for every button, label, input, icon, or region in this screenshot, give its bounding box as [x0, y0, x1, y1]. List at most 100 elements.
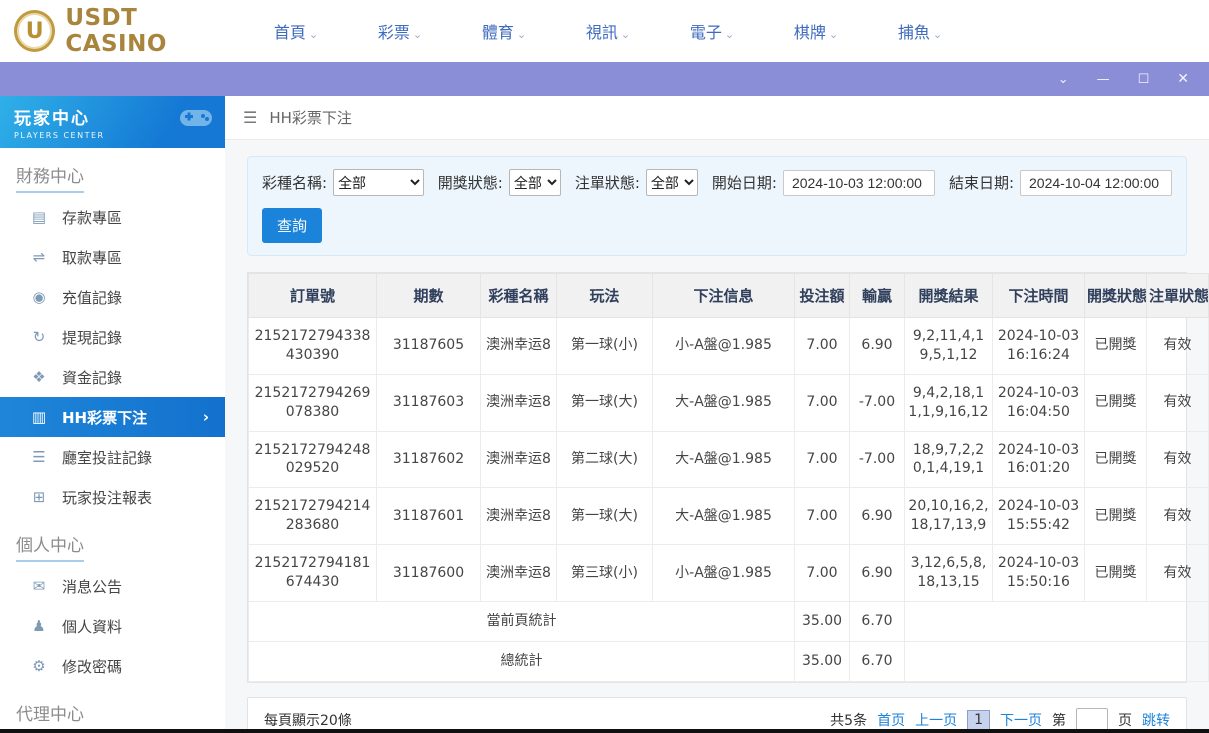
- cell-amount: 7.00: [795, 318, 850, 375]
- cell-order: 2152172794338430390: [249, 318, 377, 375]
- sidebar-item-announcements[interactable]: ✉ 消息公告: [0, 566, 225, 606]
- cell-amount: 7.00: [795, 545, 850, 602]
- chevron-down-icon: ⌄: [309, 28, 318, 41]
- sidebar: 玩家中心 PLAYERS CENTER 財務中心 ▤ 存款專區 ⇌ 取款專區 ◉…: [0, 96, 225, 729]
- withdraw-record-icon: ↻: [30, 328, 48, 346]
- sidebar-item-label: 存款專區: [62, 207, 122, 228]
- cell-result: 9,2,11,4,19,5,1,12: [905, 318, 993, 375]
- sidebar-item-player-bet-report[interactable]: ⊞ 玩家投注報表: [0, 477, 225, 517]
- cell-lottery: 澳洲幸运8: [481, 545, 557, 602]
- cell-winloss: 6.90: [850, 488, 905, 545]
- cell-amount: 7.00: [795, 431, 850, 488]
- draw-status-select[interactable]: 全部: [509, 169, 561, 196]
- first-page-link[interactable]: 首页: [877, 710, 905, 729]
- lottery-name-label: 彩種名稱:: [262, 172, 327, 193]
- col-bet-amount: 投注額: [795, 274, 850, 318]
- window-title-bar: ⌄ — ☐ ✕: [0, 62, 1209, 96]
- col-bet-time: 下注時間: [993, 274, 1085, 318]
- cell-draw-status: 已開獎: [1085, 318, 1147, 375]
- close-icon[interactable]: ✕: [1177, 72, 1189, 86]
- cell-play: 第一球(大): [557, 488, 653, 545]
- summary-empty: [905, 601, 1209, 641]
- summary-label: 總統計: [249, 641, 795, 681]
- cell-info: 大-A盤@1.985: [653, 431, 795, 488]
- main-nav: 首頁⌄ 彩票⌄ 體育⌄ 視訊⌄ 電子⌄ 棋牌⌄ 捕魚⌄: [244, 19, 972, 43]
- cell-lottery: 澳洲幸运8: [481, 488, 557, 545]
- nav-item-lottery[interactable]: 彩票⌄: [348, 19, 452, 43]
- logo-text: USDT CASINO: [65, 5, 244, 57]
- summary-row-current-page: 當前頁統計 35.00 6.70: [249, 601, 1209, 641]
- sidebar-item-label: 消息公告: [62, 576, 122, 597]
- sidebar-item-profile[interactable]: ♟ 個人資料: [0, 606, 225, 646]
- cell-time: 2024-10-03 15:55:42: [993, 488, 1085, 545]
- cell-result: 18,9,7,2,20,1,4,19,1: [905, 431, 993, 488]
- sidebar-item-fund-records[interactable]: ❖ 資金記錄: [0, 357, 225, 397]
- person-icon: ♟: [30, 617, 48, 635]
- cell-order-status: 有效: [1147, 545, 1209, 602]
- jump-button[interactable]: 跳转: [1142, 710, 1170, 729]
- gamepad-icon: [179, 105, 213, 133]
- cell-period: 31187605: [377, 318, 481, 375]
- sidebar-item-deposit[interactable]: ▤ 存款專區: [0, 197, 225, 237]
- col-lottery-name: 彩種名稱: [481, 274, 557, 318]
- nav-item-sports[interactable]: 體育⌄: [452, 19, 556, 43]
- cell-winloss: 6.90: [850, 545, 905, 602]
- summary-amount: 35.00: [795, 601, 850, 641]
- jump-page-input[interactable]: [1076, 708, 1108, 729]
- summary-amount: 35.00: [795, 641, 850, 681]
- sidebar-item-hh-lottery-bets[interactable]: ▥ HH彩票下注 ›: [0, 397, 225, 437]
- cell-play: 第一球(小): [557, 318, 653, 375]
- collapse-icon[interactable]: ⌄: [1058, 73, 1069, 86]
- cell-play: 第一球(大): [557, 374, 653, 431]
- pagination-bar: 每頁顯示20條 共5条 首页 上一页 1 下一页 第 页 跳转: [247, 697, 1187, 729]
- cell-period: 31187603: [377, 374, 481, 431]
- nav-item-fishing[interactable]: 捕魚⌄: [868, 19, 972, 43]
- deposit-icon: ▤: [30, 208, 48, 226]
- nav-label: 電子: [690, 23, 722, 42]
- cell-draw-status: 已開獎: [1085, 374, 1147, 431]
- filter-panel: 彩種名稱: 全部 開獎狀態: 全部 注單狀態: 全部 開始日期: 結束日期: 查…: [247, 156, 1187, 256]
- logo-icon: U: [14, 10, 55, 52]
- cell-draw-status: 已開獎: [1085, 431, 1147, 488]
- cell-result: 3,12,6,5,8,18,13,15: [905, 545, 993, 602]
- hamburger-icon[interactable]: ☰: [243, 108, 257, 127]
- prev-page-link[interactable]: 上一页: [915, 710, 957, 729]
- end-date-input[interactable]: [1020, 170, 1172, 196]
- cell-winloss: -7.00: [850, 431, 905, 488]
- chevron-down-icon: ⌄: [829, 28, 838, 41]
- top-header: U USDT CASINO 首頁⌄ 彩票⌄ 體育⌄ 視訊⌄ 電子⌄ 棋牌⌄ 捕魚…: [0, 0, 1209, 62]
- cell-order: 2152172794248029520: [249, 431, 377, 488]
- start-date-input[interactable]: [783, 170, 935, 196]
- jump-label-pre: 第: [1052, 710, 1066, 729]
- sidebar-item-room-bet-records[interactable]: ☰ 廳室投註記錄: [0, 437, 225, 477]
- cell-info: 大-A盤@1.985: [653, 488, 795, 545]
- nav-item-cards[interactable]: 棋牌⌄: [764, 19, 868, 43]
- brand-logo[interactable]: U USDT CASINO: [0, 5, 244, 57]
- col-order-status: 注單狀態: [1147, 274, 1209, 318]
- sidebar-item-label: 個人資料: [62, 616, 122, 637]
- nav-item-video[interactable]: 視訊⌄: [556, 19, 660, 43]
- cell-time: 2024-10-03 16:04:50: [993, 374, 1085, 431]
- sidebar-item-change-password[interactable]: ⚙ 修改密碼: [0, 646, 225, 686]
- sidebar-item-recharge-records[interactable]: ◉ 充值記錄: [0, 277, 225, 317]
- sidebar-item-withdraw[interactable]: ⇌ 取款專區: [0, 237, 225, 277]
- cell-lottery: 澳洲幸运8: [481, 374, 557, 431]
- cell-order: 2152172794269078380: [249, 374, 377, 431]
- cell-order-status: 有效: [1147, 318, 1209, 375]
- next-page-link[interactable]: 下一页: [1000, 710, 1042, 729]
- cell-lottery: 澳洲幸运8: [481, 431, 557, 488]
- cell-period: 31187602: [377, 431, 481, 488]
- sidebar-item-withdraw-records[interactable]: ↻ 提現記錄: [0, 317, 225, 357]
- section-title-finance: 財務中心: [0, 148, 225, 197]
- maximize-icon[interactable]: ☐: [1138, 73, 1150, 86]
- minimize-icon[interactable]: —: [1097, 73, 1110, 86]
- cell-order: 2152172794214283680: [249, 488, 377, 545]
- lottery-name-select[interactable]: 全部: [333, 169, 424, 196]
- nav-item-slots[interactable]: 電子⌄: [660, 19, 764, 43]
- nav-item-home[interactable]: 首頁⌄: [244, 19, 348, 43]
- order-status-select[interactable]: 全部: [646, 169, 698, 196]
- main-panel: ☰ HH彩票下注 彩種名稱: 全部 開獎狀態: 全部 注單狀態: 全部 開始日期…: [225, 96, 1209, 729]
- player-center-banner: 玩家中心 PLAYERS CENTER: [0, 96, 225, 148]
- draw-status-label: 開獎狀態:: [438, 172, 503, 193]
- search-button[interactable]: 查詢: [262, 208, 322, 243]
